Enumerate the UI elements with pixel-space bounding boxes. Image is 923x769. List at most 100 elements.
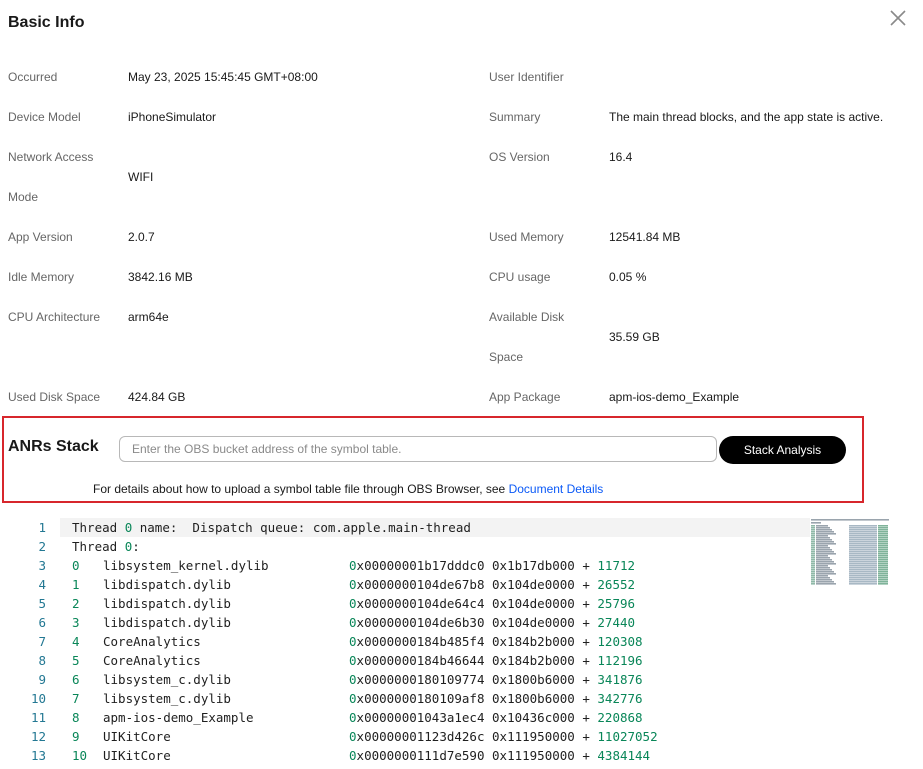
os-version-value: 16.4 — [609, 150, 633, 164]
frame-base-address: 0x184b2b000 — [492, 634, 575, 649]
minimap-line — [811, 573, 815, 575]
stack-frame-line: 9 6 libsystem_c.dylib 0x0000000180109774 0x… — [0, 670, 810, 689]
plus: + — [574, 653, 598, 668]
frame-address: 0000000104de64c4 — [364, 596, 485, 611]
frame-base-address: 0x104de0000 — [492, 596, 575, 611]
frame-index: 3 — [72, 615, 80, 630]
stack-frame-line: 13 10 UIKitCore 0x0000000111d7e590 0x111950… — [0, 746, 810, 765]
minimap-line — [849, 527, 877, 529]
network-access-label-line1: Network Access — [8, 150, 94, 164]
stack-frame-line: 12 9 UIKitCore 0x00000001123d426c 0x1119500… — [0, 727, 810, 746]
frame-offset: 220868 — [597, 710, 643, 725]
line-number: 3 — [38, 558, 46, 573]
minimap-line — [849, 545, 877, 547]
minimap-line — [811, 563, 815, 565]
occurred-value: May 23, 2025 15:45:45 GMT+08:00 — [128, 70, 318, 84]
thread-suffix: name: Dispatch queue: com.apple.main-thr… — [132, 520, 471, 535]
stack-analysis-button[interactable]: Stack Analysis — [719, 436, 846, 464]
code-minimap[interactable] — [811, 518, 891, 586]
minimap-line — [878, 555, 888, 557]
frame-address: 0000000111d7e590 — [364, 748, 485, 763]
frame-base-address: 0x1800b6000 — [492, 672, 575, 687]
address-prefix: 0 — [349, 653, 357, 668]
address-x: x — [356, 748, 365, 763]
minimap-line — [816, 545, 828, 547]
frame-offset: 4384144 — [597, 748, 651, 763]
code-line: 1 Thread 0 name: Dispatch queue: com.appl… — [0, 518, 810, 537]
minimap-line — [849, 533, 877, 535]
minimap-line — [816, 531, 834, 533]
app-version-value: 2.0.7 — [128, 230, 155, 244]
minimap-line — [878, 571, 888, 573]
app-package-value: apm-ios-demo_Example — [609, 390, 740, 404]
minimap-line — [816, 563, 836, 565]
symbol-table-address-input[interactable] — [119, 436, 717, 462]
minimap-line — [816, 569, 832, 571]
cpu-usage-label: CPU usage — [489, 270, 551, 284]
minimap-line — [811, 519, 889, 521]
line-text: 1 libdispatch.dylib 0x0000000104de67b8 0x1… — [72, 575, 635, 594]
stack-code-viewer[interactable]: 1 Thread 0 name: Dispatch queue: com.appl… — [0, 518, 810, 765]
minimap-line — [811, 535, 815, 537]
app-version-label: App Version — [8, 230, 73, 244]
line-number: 11 — [30, 710, 46, 725]
minimap-line — [849, 549, 877, 551]
close-icon[interactable] — [888, 8, 908, 28]
frame-address: 00000001123d426c — [364, 729, 485, 744]
frame-base-address: 0x1800b6000 — [492, 691, 575, 706]
address-prefix: 0 — [349, 615, 357, 630]
minimap-line — [849, 577, 877, 579]
minimap-line — [878, 539, 888, 541]
document-details-link[interactable]: Document Details — [509, 482, 604, 496]
minimap-line — [811, 531, 815, 533]
minimap-line — [878, 551, 888, 553]
available-disk-value: 35.59 GB — [609, 330, 660, 344]
frame-base-address: 0x111950000 — [492, 729, 575, 744]
thread-prefix: Thread — [72, 539, 125, 554]
minimap-line — [811, 525, 815, 527]
stack-frame-line: 5 2 libdispatch.dylib 0x0000000104de64c4 0x… — [0, 594, 810, 613]
cpu-usage-value: 0.05 % — [609, 270, 647, 284]
minimap-line — [878, 531, 888, 533]
network-access-value: WIFI — [128, 170, 154, 184]
line-number: 1 — [38, 520, 46, 535]
line-text: Thread 0: — [72, 537, 140, 556]
cpu-architecture-label: CPU Architecture — [8, 310, 101, 324]
minimap-line — [878, 563, 888, 565]
app-package-label: App Package — [489, 390, 561, 404]
frame-index: 4 — [72, 634, 80, 649]
used-disk-space-label: Used Disk Space — [8, 390, 101, 404]
minimap-line — [849, 563, 877, 565]
idle-memory-value: 3842.16 MB — [128, 270, 193, 284]
minimap-line — [849, 573, 877, 575]
frame-base-address: 0x1b17db000 — [492, 558, 575, 573]
address-prefix: 0 — [349, 710, 357, 725]
frame-base-address: 0x104de0000 — [492, 577, 575, 592]
minimap-line — [878, 553, 888, 555]
minimap-line — [811, 561, 815, 563]
address-prefix: 0 — [349, 596, 357, 611]
frame-base-address: 0x104de0000 — [492, 615, 575, 630]
frame-offset: 342776 — [597, 691, 643, 706]
available-disk-label-line2: Space — [489, 350, 524, 364]
minimap-line — [811, 583, 815, 585]
frame-address: 00000001043a1ec4 — [364, 710, 485, 725]
minimap-line — [878, 577, 888, 579]
minimap-line — [811, 581, 815, 583]
frame-offset: 112196 — [597, 653, 643, 668]
line-number: 2 — [38, 539, 46, 554]
line-number: 7 — [38, 634, 46, 649]
minimap-line — [811, 522, 821, 524]
minimap-line — [849, 543, 877, 545]
frame-library: libdispatch.dylib — [103, 577, 231, 592]
address-x: x — [356, 558, 365, 573]
address-x: x — [356, 634, 365, 649]
frame-index: 0 — [72, 558, 80, 573]
minimap-line — [811, 577, 815, 579]
minimap-line — [849, 541, 877, 543]
line-text: 2 libdispatch.dylib 0x0000000104de64c4 0x1… — [72, 594, 635, 613]
